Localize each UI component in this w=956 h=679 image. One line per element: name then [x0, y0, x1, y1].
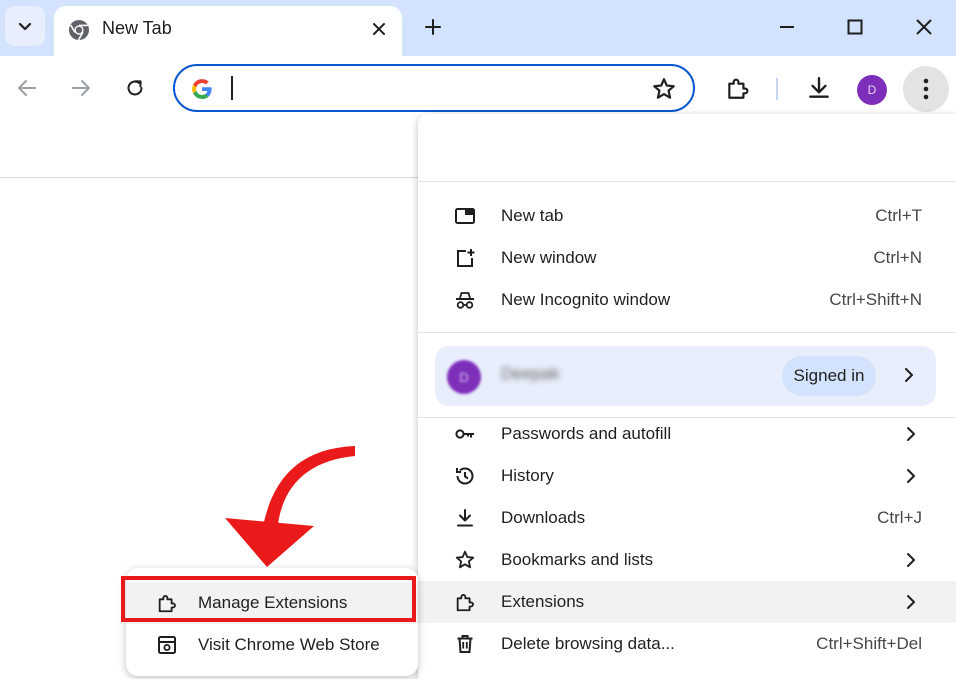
menu-item-new-incognito-window[interactable]: New Incognito window Ctrl+Shift+N: [418, 279, 956, 321]
annotation-highlight-box: [121, 576, 416, 622]
minimize-icon: [780, 26, 794, 28]
avatar: D: [447, 360, 481, 394]
profile-name: Deepak: [501, 364, 560, 383]
new-tab-icon: [454, 205, 476, 227]
tab-search-button[interactable]: [5, 6, 45, 46]
download-icon: [809, 77, 829, 98]
chevron-right-icon: [907, 553, 915, 567]
menu-separator: [418, 181, 956, 182]
address-bar[interactable]: [173, 64, 695, 112]
menu-item-delete-browsing-data[interactable]: Delete browsing data... Ctrl+Shift+Del: [418, 623, 956, 665]
menu-item-downloads[interactable]: Downloads Ctrl+J: [418, 497, 956, 539]
menu-item-passwords-autofill[interactable]: Passwords and autofill: [418, 413, 956, 455]
profile-avatar-button[interactable]: D: [857, 75, 887, 105]
tab-strip: New Tab: [0, 0, 956, 56]
chevron-right-icon: [907, 427, 915, 441]
toolbar: D: [0, 56, 956, 120]
chevron-right-icon: [907, 595, 915, 609]
bookmark-star-icon[interactable]: [651, 76, 677, 102]
chrome-menu: New tab Ctrl+T New window Ctrl+N New Inc…: [418, 114, 956, 679]
minimize-button[interactable]: [770, 12, 804, 42]
arrow-right-icon: [72, 80, 90, 96]
signed-in-badge: Signed in: [782, 356, 876, 396]
extensions-button[interactable]: [722, 72, 754, 104]
download-icon: [454, 507, 476, 529]
puzzle-icon: [454, 591, 476, 613]
close-icon: [373, 23, 385, 35]
tab-title: New Tab: [102, 18, 172, 38]
puzzle-icon: [728, 78, 749, 99]
maximize-icon: [847, 19, 863, 35]
chrome-menu-button[interactable]: [903, 66, 949, 112]
key-icon: [454, 423, 476, 445]
chevron-down-icon: [18, 22, 32, 31]
maximize-button[interactable]: [838, 12, 872, 42]
menu-separator: [418, 332, 956, 333]
menu-item-new-tab[interactable]: New tab Ctrl+T: [418, 195, 956, 237]
tab-new-tab[interactable]: New Tab: [54, 6, 402, 56]
incognito-icon: [454, 289, 476, 311]
plus-icon: [425, 19, 441, 35]
close-window-button[interactable]: [907, 12, 941, 42]
history-icon: [454, 465, 476, 487]
back-button[interactable]: [10, 71, 44, 105]
reload-button[interactable]: [118, 71, 152, 105]
menu-item-extensions[interactable]: Extensions: [418, 581, 956, 623]
chrome-logo-icon: [69, 20, 89, 41]
visit-chrome-web-store-item[interactable]: Visit Chrome Web Store: [126, 624, 418, 666]
menu-profile-row[interactable]: D Deepak Signed in: [435, 346, 936, 406]
new-window-icon: [454, 247, 476, 269]
star-icon: [454, 549, 476, 571]
reload-icon: [127, 80, 143, 96]
forward-button[interactable]: [64, 71, 98, 105]
toolbar-divider: [776, 78, 778, 100]
bookmarks-bar-divider: [0, 177, 418, 178]
annotation-arrow-icon: [225, 446, 355, 567]
web-store-icon: [158, 636, 176, 654]
text-caret: [231, 76, 233, 100]
close-icon: [916, 19, 932, 35]
trash-icon: [454, 633, 476, 655]
more-vertical-icon: [923, 78, 929, 100]
chevron-right-icon: [905, 368, 913, 382]
arrow-left-icon: [18, 80, 36, 96]
menu-item-bookmarks-lists[interactable]: Bookmarks and lists: [418, 539, 956, 581]
menu-item-new-window[interactable]: New window Ctrl+N: [418, 237, 956, 279]
menu-item-history[interactable]: History: [418, 455, 956, 497]
chevron-right-icon: [907, 469, 915, 483]
downloads-button[interactable]: [803, 72, 835, 104]
google-g-icon: [192, 79, 212, 99]
tab-close-button[interactable]: [366, 16, 392, 42]
new-tab-button[interactable]: [418, 12, 448, 42]
